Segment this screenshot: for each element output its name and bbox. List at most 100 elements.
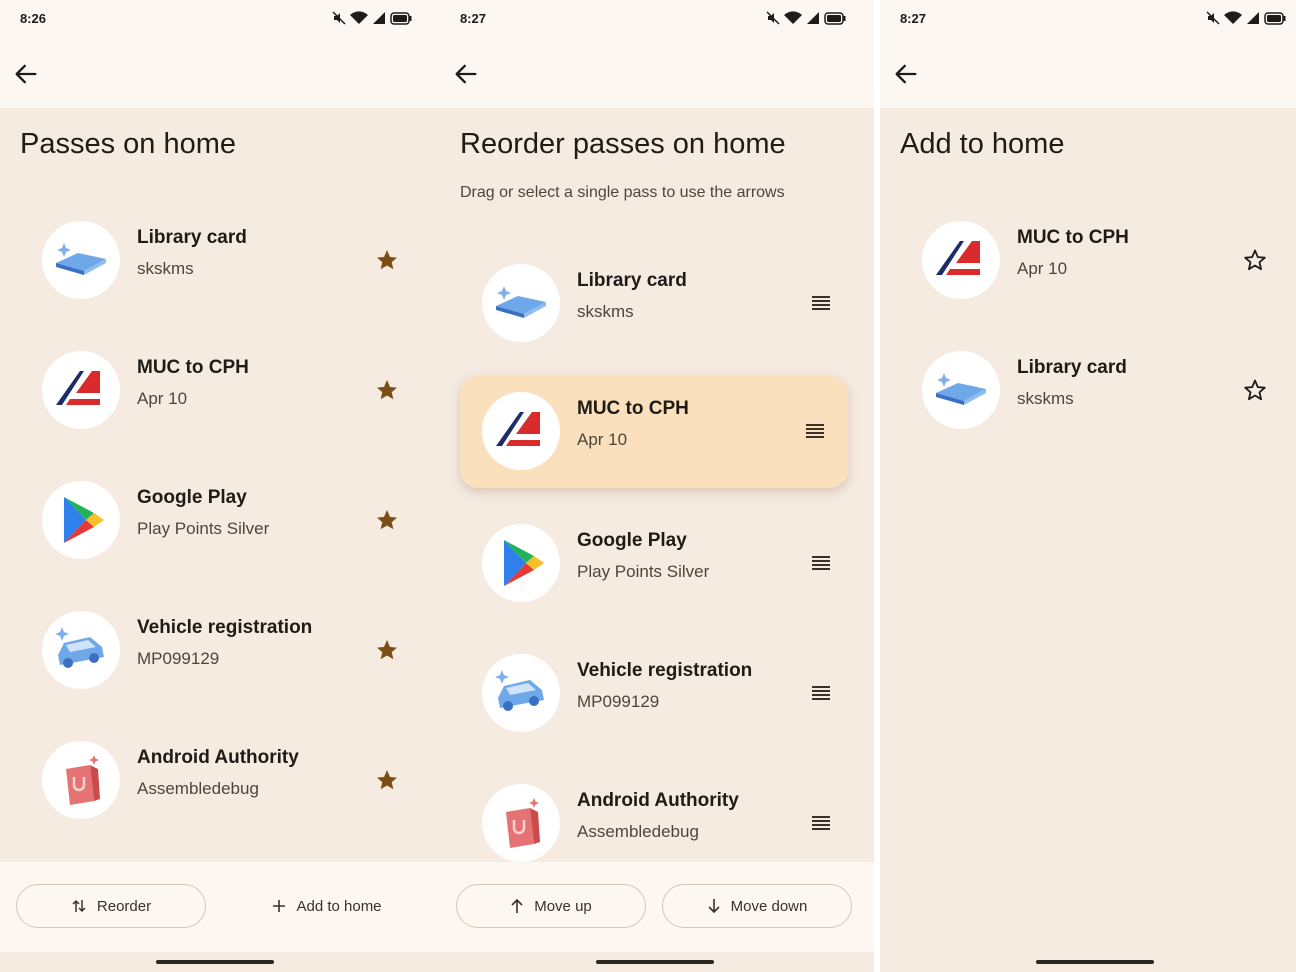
pass-name: Vehicle registration	[577, 660, 753, 681]
reorder-button[interactable]: Reorder	[16, 884, 206, 928]
pass-item[interactable]: Vehicle registration MP099129	[460, 638, 854, 750]
airline-logo-icon	[482, 392, 560, 470]
pass-detail: Assembledebug	[137, 779, 259, 798]
add-to-home-button[interactable]: Add to home	[232, 884, 422, 928]
pass-detail: Play Points Silver	[137, 519, 270, 538]
status-icons	[1206, 9, 1286, 27]
bottom-action-bar: Move up Move down	[440, 862, 874, 952]
status-icons	[766, 9, 846, 27]
gesture-handle	[596, 960, 714, 964]
arrow-up-icon	[511, 898, 523, 913]
pass-item[interactable]: MUC to CPH Apr 10	[900, 205, 1288, 317]
pass-name: Android Authority	[577, 790, 739, 811]
star-filled-icon[interactable]	[370, 633, 404, 667]
back-arrow-icon[interactable]	[12, 60, 40, 88]
airline-logo-icon	[922, 221, 1000, 299]
drag-handle-icon[interactable]	[804, 286, 838, 320]
add-to-home-label: Add to home	[296, 897, 382, 915]
pass-item[interactable]: Library card skskms	[900, 335, 1288, 447]
signal-icon	[1247, 12, 1259, 24]
pass-text: Google Play Play Points Silver	[137, 487, 269, 539]
gesture-handle	[1036, 960, 1154, 964]
signal-icon	[807, 12, 819, 24]
top-app-bar	[0, 40, 440, 108]
add-to-home-screen: 8:27 Add to home MUC to CPH Apr 10 Libra…	[880, 0, 1296, 972]
reorder-passes-screen: 8:27 Reorder passes on home Drag or sele…	[440, 0, 874, 972]
status-time: 8:27	[460, 11, 487, 26]
pass-detail: Assembledebug	[577, 822, 699, 841]
back-arrow-icon[interactable]	[452, 60, 480, 88]
library-book-icon	[42, 221, 120, 299]
star-filled-icon[interactable]	[370, 503, 404, 537]
pass-detail: MP099129	[577, 692, 660, 711]
star-filled-icon[interactable]	[370, 243, 404, 277]
pass-text: Android Authority Assembledebug	[577, 790, 739, 842]
battery-icon	[824, 11, 846, 25]
pass-item[interactable]: Library card skskms	[460, 248, 854, 360]
pass-name: Library card	[1017, 357, 1127, 378]
drag-handle-icon[interactable]	[804, 806, 838, 840]
status-bar: 8:27	[440, 0, 874, 40]
move-up-button[interactable]: Move up	[456, 884, 646, 928]
pass-name: Android Authority	[137, 747, 299, 768]
pass-detail: Apr 10	[137, 389, 188, 408]
star-outline-icon[interactable]	[1238, 373, 1272, 407]
page-subtitle: Drag or select a single pass to use the …	[460, 184, 785, 201]
status-bar: 8:26	[0, 0, 440, 40]
library-book-icon	[922, 351, 1000, 429]
top-app-bar	[880, 40, 1296, 108]
move-down-label: Move down	[730, 897, 808, 915]
car-icon	[482, 654, 560, 732]
move-up-label: Move up	[534, 897, 592, 915]
wifi-icon	[1224, 11, 1242, 24]
wifi-icon	[784, 11, 802, 24]
drag-handle-icon[interactable]	[804, 546, 838, 580]
pass-text: MUC to CPH Apr 10	[577, 398, 689, 450]
pass-item[interactable]: Google Play Play Points Silver	[460, 508, 854, 620]
pass-item[interactable]: Android Authority Assembledebug	[20, 725, 420, 837]
page-title: Add to home	[900, 128, 1065, 160]
drag-handle-icon[interactable]	[804, 676, 838, 710]
pass-text: Library card skskms	[137, 227, 247, 279]
star-outline-icon[interactable]	[1238, 243, 1272, 277]
pass-detail: skskms	[137, 259, 194, 278]
pass-name: MUC to CPH	[577, 398, 689, 419]
pass-item[interactable]: Vehicle registration MP099129	[20, 595, 420, 707]
status-icons	[332, 9, 412, 27]
mute-icon	[766, 11, 780, 25]
pass-text: Library card skskms	[1017, 357, 1127, 409]
pass-text: MUC to CPH Apr 10	[1017, 227, 1129, 279]
pass-name: Google Play	[577, 530, 687, 551]
status-bar: 8:27	[880, 0, 1296, 40]
library-book-icon	[482, 264, 560, 342]
star-filled-icon[interactable]	[370, 763, 404, 797]
pass-item[interactable]: Library card skskms	[20, 205, 420, 317]
back-arrow-icon[interactable]	[892, 60, 920, 88]
move-down-button[interactable]: Move down	[662, 884, 852, 928]
pass-detail: Apr 10	[577, 430, 628, 449]
wifi-icon	[350, 11, 368, 24]
shopping-bag-icon	[42, 741, 120, 819]
drag-handle-icon[interactable]	[798, 414, 832, 448]
pass-item[interactable]: Google Play Play Points Silver	[20, 465, 420, 577]
pass-text: Android Authority Assembledebug	[137, 747, 299, 799]
pass-name: Library card	[137, 227, 247, 248]
star-filled-icon[interactable]	[370, 373, 404, 407]
mute-icon	[1206, 11, 1220, 25]
pass-text: Vehicle registration MP099129	[137, 617, 312, 669]
page-title: Passes on home	[20, 128, 237, 160]
pass-text: Library card skskms	[577, 270, 687, 322]
signal-icon	[373, 12, 385, 24]
status-time: 8:27	[900, 11, 927, 26]
pass-item-selected[interactable]: MUC to CPH Apr 10	[460, 376, 848, 488]
page-title: Reorder passes on home	[460, 128, 786, 160]
google-play-icon	[42, 481, 120, 559]
gesture-handle	[156, 960, 274, 964]
shopping-bag-icon	[482, 784, 560, 862]
pass-detail: MP099129	[137, 649, 220, 668]
status-time: 8:26	[20, 11, 47, 26]
pass-item[interactable]: MUC to CPH Apr 10	[20, 335, 420, 447]
pass-text: MUC to CPH Apr 10	[137, 357, 249, 409]
pass-name: Vehicle registration	[137, 617, 313, 638]
passes-on-home-screen: 8:26 Passes on home Library card skskms	[0, 0, 440, 972]
